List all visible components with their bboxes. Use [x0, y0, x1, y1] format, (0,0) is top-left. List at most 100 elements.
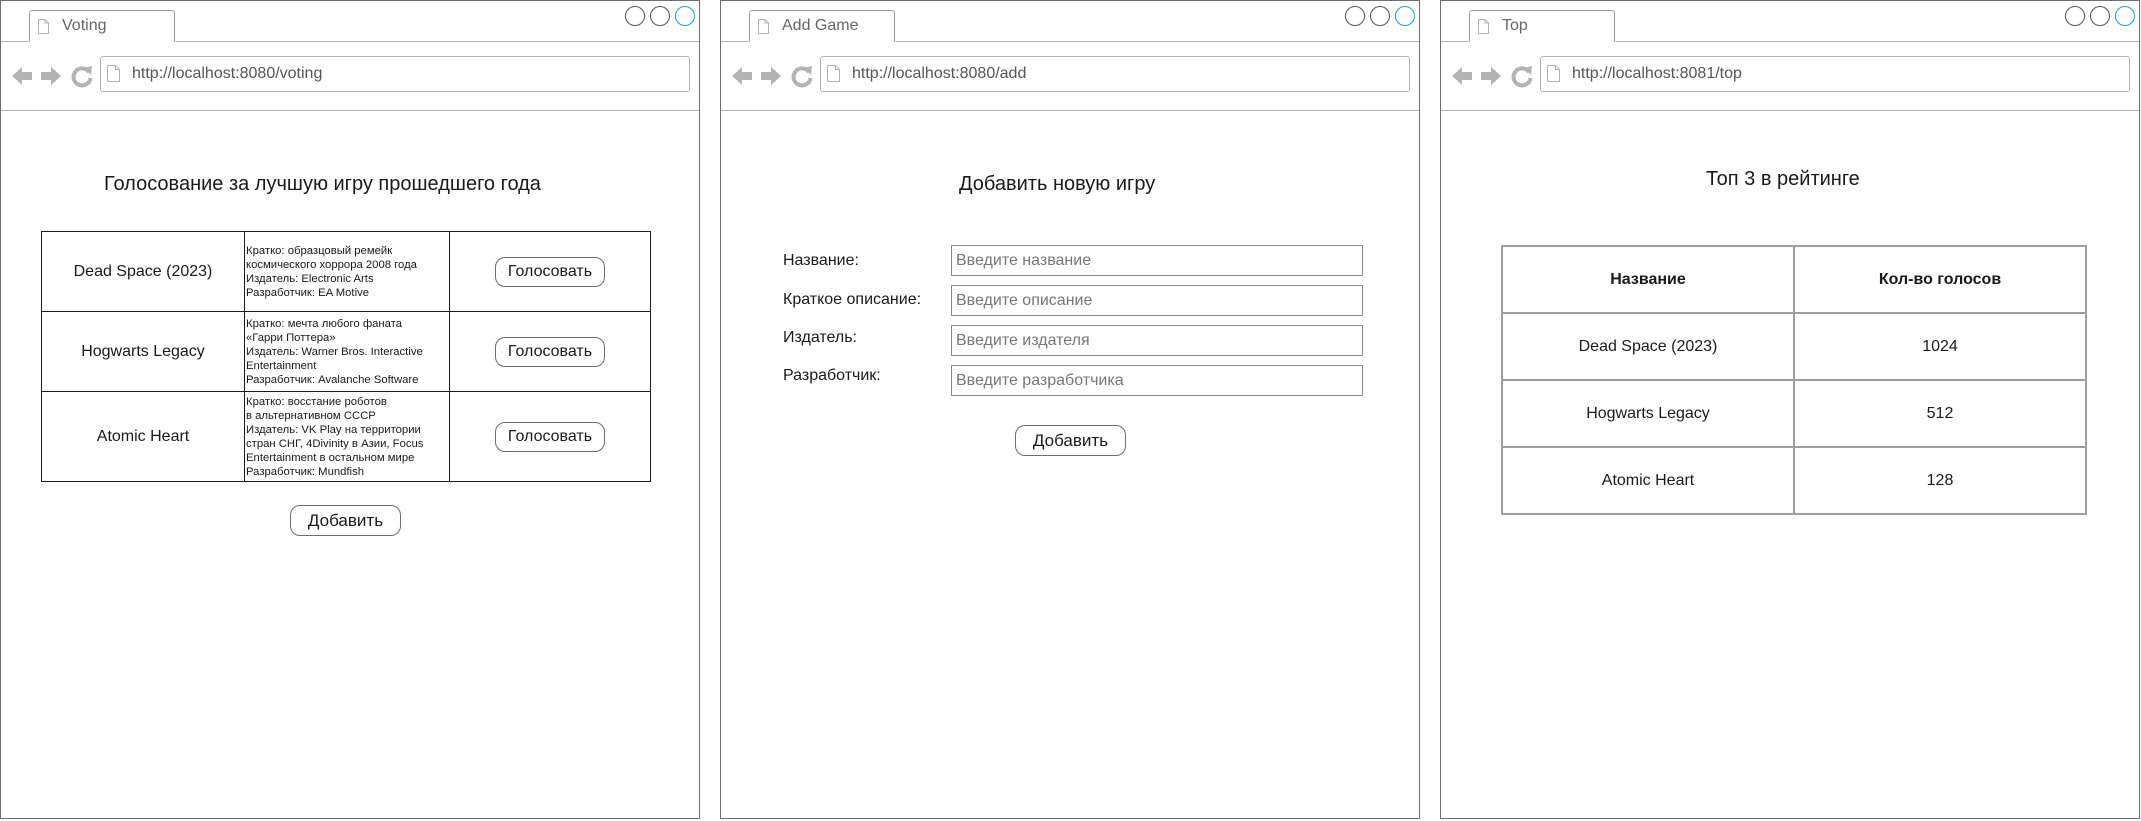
back-arrow-icon[interactable]: [10, 64, 34, 88]
desc-line: Кратко: образцовый ремейк: [246, 244, 393, 257]
description-input[interactable]: [951, 285, 1363, 316]
desc-line: Издатель: VK Play на территории: [246, 423, 421, 436]
desc-line: в альтернативном СССР: [246, 409, 376, 422]
description-label: Краткое описание:: [783, 291, 922, 308]
desc-line: Издатель: Warner Bros. Interactive: [246, 345, 423, 358]
game-name: Hogwarts Legacy: [41, 311, 245, 392]
tab-voting[interactable]: Voting: [29, 10, 175, 42]
url-text: http://localhost:8081/top: [1572, 65, 1742, 82]
developer-label: Разработчик:: [783, 367, 881, 384]
reload-icon[interactable]: [1510, 64, 1534, 88]
game-description: Кратко: восстание роботов в альтернативн…: [244, 391, 450, 482]
desc-line: «Гарри Поттера»: [246, 331, 336, 344]
maximize-button[interactable]: [2090, 6, 2110, 26]
top-games-table: Название Кол-во голосов Dead Space (2023…: [1501, 245, 2087, 515]
column-header-votes: Кол-во голосов: [1793, 245, 2087, 314]
url-text: http://localhost:8080/voting: [132, 65, 323, 82]
publisher-label: Издатель:: [783, 329, 857, 346]
address-bar[interactable]: http://localhost:8081/top: [1540, 56, 2130, 92]
page-icon: [758, 19, 769, 34]
vote-count: 128: [1793, 446, 2087, 515]
tab-bar: Add Game: [721, 1, 1419, 42]
column-header-name: Название: [1501, 245, 1795, 314]
developer-input[interactable]: [951, 365, 1363, 396]
tab-add-game[interactable]: Add Game: [749, 10, 895, 42]
action-cell: Голосовать: [449, 391, 651, 482]
vote-button[interactable]: Голосовать: [495, 256, 605, 287]
tab-top[interactable]: Top: [1469, 10, 1615, 42]
maximize-button[interactable]: [1370, 6, 1390, 26]
action-cell: Голосовать: [449, 231, 651, 312]
page-title: Голосование за лучшую игру прошедшего го…: [104, 173, 541, 195]
vote-count: 1024: [1793, 312, 2087, 381]
page-icon: [38, 19, 49, 34]
desc-line: Кратко: восстание роботов: [246, 395, 387, 408]
minimize-button[interactable]: [1345, 6, 1365, 26]
tab-title: Voting: [62, 17, 107, 34]
page-content: Голосование за лучшую игру прошедшего го…: [1, 111, 699, 818]
browser-window-top: Top http://localhost:8081/top Топ 3 в ре…: [1440, 0, 2140, 819]
vote-button[interactable]: Голосовать: [495, 421, 605, 452]
page-title: Топ 3 в рейтинге: [1706, 168, 1860, 190]
table-row: Hogwarts Legacy 512: [1501, 379, 2087, 448]
game-name: Atomic Heart: [1501, 446, 1795, 515]
game-description: Кратко: образцовый ремейк космического х…: [244, 231, 450, 312]
minimize-button[interactable]: [625, 6, 645, 26]
back-arrow-icon[interactable]: [1450, 64, 1474, 88]
action-cell: Голосовать: [449, 311, 651, 392]
submit-add-button[interactable]: Добавить: [1015, 425, 1126, 456]
address-bar[interactable]: http://localhost:8080/voting: [100, 56, 690, 92]
reload-icon[interactable]: [790, 64, 814, 88]
game-name: Atomic Heart: [41, 391, 245, 482]
desc-line: Entertainment в остальном мире: [246, 451, 415, 464]
games-table: Dead Space (2023) Кратко: образцовый рем…: [41, 231, 651, 482]
table-row: Atomic Heart Кратко: восстание роботов в…: [41, 391, 651, 482]
game-description: Кратко: мечта любого фаната «Гарри Потте…: [244, 311, 450, 392]
desc-line: Издатель: Electronic Arts: [246, 272, 374, 285]
add-game-button[interactable]: Добавить: [290, 505, 401, 536]
table-header-row: Название Кол-во голосов: [1501, 245, 2087, 314]
publisher-input[interactable]: [951, 325, 1363, 356]
browser-window-voting: Voting http://localhost:8080/voting Голо…: [0, 0, 700, 819]
page-icon: [1478, 19, 1489, 34]
tab-title: Add Game: [782, 17, 859, 34]
browser-window-add-game: Add Game http://localhost:8080/add Добав…: [720, 0, 1420, 819]
game-name: Hogwarts Legacy: [1501, 379, 1795, 448]
navigation-bar: http://localhost:8080/voting: [1, 42, 699, 111]
close-button[interactable]: [1395, 6, 1415, 26]
desc-line: Разработчик: EA Motive: [246, 286, 370, 299]
forward-arrow-icon[interactable]: [1479, 64, 1503, 88]
back-arrow-icon[interactable]: [730, 64, 754, 88]
forward-arrow-icon[interactable]: [759, 64, 783, 88]
vote-count: 512: [1793, 379, 2087, 448]
desc-line: космического хоррора 2008 года: [246, 258, 417, 271]
desc-line: Entertainment: [246, 359, 317, 372]
tab-title: Top: [1502, 17, 1528, 34]
minimize-button[interactable]: [2065, 6, 2085, 26]
desc-line: стран СНГ, 4Divinity в Азии, Focus: [246, 437, 424, 450]
page-title: Добавить новую игру: [959, 173, 1156, 195]
table-row: Hogwarts Legacy Кратко: мечта любого фан…: [41, 311, 651, 392]
page-content: Топ 3 в рейтинге Название Кол-во голосов…: [1441, 111, 2139, 818]
address-bar[interactable]: http://localhost:8080/add: [820, 56, 1410, 92]
url-text: http://localhost:8080/add: [852, 65, 1027, 82]
name-input[interactable]: [951, 245, 1363, 276]
maximize-button[interactable]: [650, 6, 670, 26]
forward-arrow-icon[interactable]: [39, 64, 63, 88]
desc-line: Разработчик: Avalanche Software: [246, 373, 419, 386]
game-name: Dead Space (2023): [1501, 312, 1795, 381]
close-button[interactable]: [2115, 6, 2135, 26]
navigation-bar: http://localhost:8081/top: [1441, 42, 2139, 111]
close-button[interactable]: [675, 6, 695, 26]
page-icon: [107, 65, 120, 82]
vote-button[interactable]: Голосовать: [495, 336, 605, 367]
table-row: Dead Space (2023) Кратко: образцовый рем…: [41, 231, 651, 312]
reload-icon[interactable]: [70, 64, 94, 88]
desc-line: Разработчик: Mundfish: [246, 465, 364, 478]
page-icon: [827, 65, 840, 82]
page-content: Добавить новую игру Название: Краткое оп…: [721, 111, 1419, 818]
name-label: Название:: [783, 252, 859, 269]
tab-bar: Voting: [1, 1, 699, 42]
page-icon: [1547, 65, 1560, 82]
game-name: Dead Space (2023): [41, 231, 245, 312]
